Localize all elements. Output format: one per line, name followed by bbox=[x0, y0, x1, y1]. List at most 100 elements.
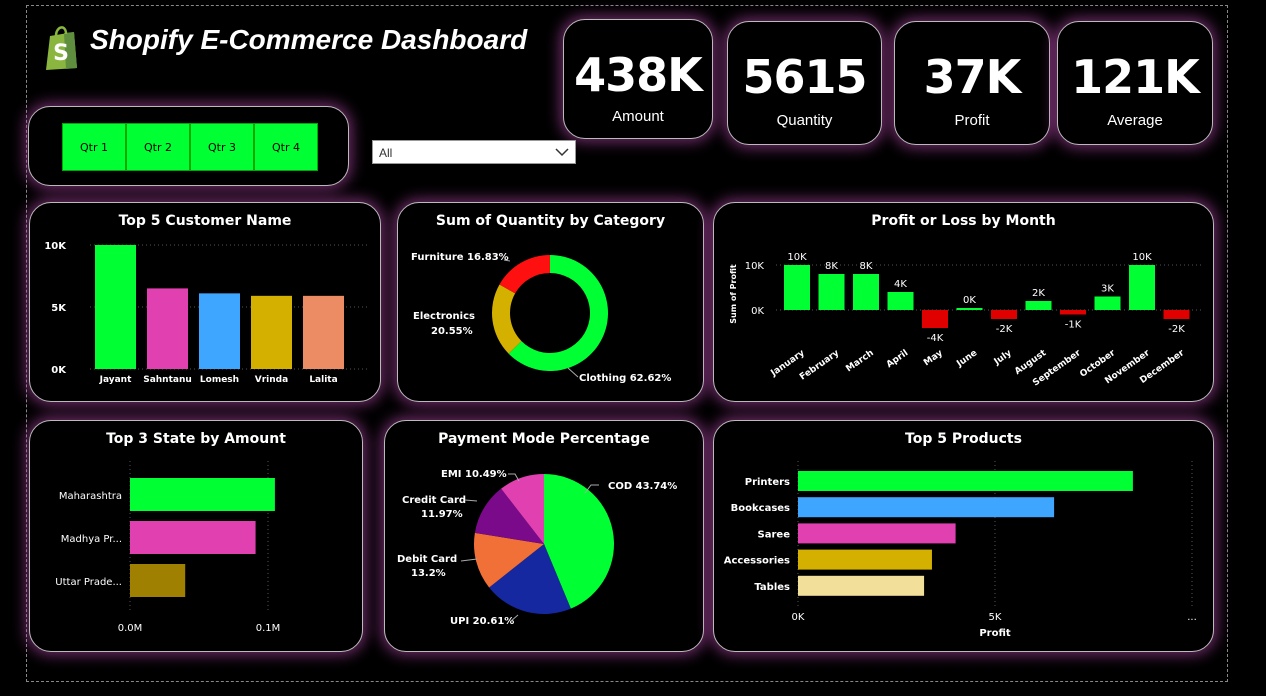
slice-label: 11.97% bbox=[421, 509, 463, 520]
bar bbox=[818, 274, 845, 310]
x-tick-label: Vrinda bbox=[255, 375, 288, 385]
top-products-chart: Printers Bookcases Saree Accessories Tables 0… bbox=[724, 461, 1197, 639]
x-tick-label: July bbox=[992, 348, 1014, 368]
bar bbox=[1060, 310, 1086, 315]
data-label: -2K bbox=[1168, 324, 1185, 335]
kpi-value: 438K bbox=[574, 48, 703, 102]
slice-label: UPI 20.61% bbox=[450, 616, 514, 627]
kpi-value: 5615 bbox=[742, 50, 867, 104]
leader-line bbox=[464, 499, 478, 502]
bar bbox=[251, 295, 292, 369]
bar bbox=[798, 497, 1055, 518]
chart-card-quantity-category: Sum of Quantity by Category Clothing 62.… bbox=[397, 202, 704, 402]
qtr1-button[interactable]: Qtr 1 bbox=[62, 123, 126, 171]
y-tick-label: 0K bbox=[51, 365, 67, 376]
bar bbox=[887, 292, 914, 310]
x-tick-label: 0K bbox=[792, 612, 805, 623]
x-tick-label: May bbox=[922, 348, 945, 368]
bar bbox=[1094, 296, 1121, 310]
svg-text:S: S bbox=[53, 41, 69, 66]
y-tick-label: Saree bbox=[758, 529, 791, 540]
x-tick-label: February bbox=[798, 348, 841, 382]
slice-label: Clothing 62.62% bbox=[579, 373, 671, 384]
slice-label: Credit Card bbox=[402, 495, 466, 506]
x-tick-label: Lomesh bbox=[200, 375, 239, 385]
chart-card-top-states: Top 3 State by Amount Maharashtra Madhya … bbox=[29, 420, 363, 652]
top-states-chart: Maharashtra Madhya Pr... Uttar Prade... 0.0… bbox=[55, 461, 281, 634]
shopify-bag-icon: S bbox=[46, 26, 77, 70]
x-tick-label: 0.0M bbox=[118, 623, 143, 634]
y-tick-label: Maharashtra bbox=[59, 491, 122, 502]
quarter-slicer: Qtr 1 Qtr 2 Qtr 3 Qtr 4 bbox=[28, 106, 349, 186]
dropdown-value: All bbox=[379, 146, 393, 160]
x-tick-label: Lalita bbox=[309, 375, 337, 385]
x-tick-label: ... bbox=[1187, 612, 1197, 623]
y-tick-label: 5K bbox=[51, 303, 67, 314]
x-tick-label: April bbox=[885, 348, 910, 370]
leader-line bbox=[567, 367, 579, 378]
y-tick-label: Accessories bbox=[724, 556, 790, 567]
y-tick-label: Madhya Pr... bbox=[61, 534, 122, 545]
y-tick-label: Uttar Prade... bbox=[55, 577, 122, 588]
bar bbox=[199, 293, 240, 369]
kpi-label: Quantity bbox=[776, 112, 833, 129]
y-tick-label: 0K bbox=[751, 306, 764, 317]
qtr2-button[interactable]: Qtr 2 bbox=[126, 123, 190, 171]
qtr4-button[interactable]: Qtr 4 bbox=[254, 123, 318, 171]
qtr3-button[interactable]: Qtr 3 bbox=[190, 123, 254, 171]
quantity-category-chart: Clothing 62.62% Electronics 20.55% Furnitur… bbox=[411, 252, 671, 384]
filter-dropdown[interactable]: All bbox=[372, 140, 576, 164]
x-tick-label: 0.1M bbox=[256, 623, 281, 634]
bar bbox=[798, 549, 932, 570]
y-tick-label: Tables bbox=[754, 582, 790, 593]
bar bbox=[303, 295, 344, 369]
slice-label: Furniture 16.83% bbox=[411, 252, 509, 263]
bar bbox=[922, 310, 948, 328]
chevron-down-icon bbox=[555, 148, 569, 157]
donut-slice bbox=[492, 284, 522, 354]
chart-card-profit-month: Profit or Loss by Month 0K 10K Sum of Prof… bbox=[713, 202, 1214, 402]
bar bbox=[1025, 301, 1052, 310]
bar bbox=[991, 310, 1017, 319]
slice-label: 20.55% bbox=[431, 326, 473, 337]
bar bbox=[1129, 265, 1155, 310]
profit-month-chart: 0K10KSum of Profit10KJanuary8KFebruary8K… bbox=[729, 252, 1204, 388]
data-label: -1K bbox=[1065, 320, 1082, 331]
bar bbox=[147, 288, 188, 369]
kpi-card-profit: 37K Profit bbox=[894, 21, 1050, 145]
bar bbox=[798, 575, 925, 596]
x-tick-label: 5K bbox=[989, 612, 1002, 623]
data-label: 4K bbox=[894, 279, 907, 290]
bar bbox=[798, 523, 956, 544]
chart-card-top-customers: Top 5 Customer Name 0K 5K 10K Jayant Sahntan… bbox=[29, 202, 381, 402]
slice-label: EMI 10.49% bbox=[441, 469, 507, 480]
data-label: 3K bbox=[1101, 284, 1114, 295]
slice-label: Electronics bbox=[413, 311, 475, 322]
kpi-card-quantity: 5615 Quantity bbox=[727, 21, 882, 145]
y-tick-label: Printers bbox=[745, 477, 790, 488]
x-axis-label: Profit bbox=[979, 628, 1011, 639]
x-tick-label: March bbox=[844, 348, 875, 374]
dashboard-title: Shopify E-Commerce Dashboard bbox=[90, 24, 528, 55]
kpi-value: 121K bbox=[1071, 50, 1200, 104]
kpi-value: 37K bbox=[923, 50, 1022, 104]
data-label: 10K bbox=[1132, 252, 1152, 263]
data-label: 2K bbox=[1032, 288, 1045, 299]
x-tick-label: Jayant bbox=[99, 375, 132, 385]
bar bbox=[798, 471, 1133, 491]
chart-card-top-products: Top 5 Products Printers Bookcases Saree Acc… bbox=[713, 420, 1214, 652]
kpi-label: Amount bbox=[612, 108, 664, 125]
data-label: -4K bbox=[927, 333, 944, 344]
x-tick-label: Sahntanu bbox=[143, 375, 192, 385]
bar bbox=[956, 308, 983, 310]
data-label: 10K bbox=[787, 252, 807, 263]
kpi-card-average: 121K Average bbox=[1057, 21, 1213, 145]
top-customers-chart: 0K 5K 10K Jayant Sahntanu Lomesh Vrinda Lalita bbox=[44, 241, 370, 385]
payment-mode-chart: COD 43.74% UPI 20.61% Debit Card 13.2% Credi… bbox=[397, 469, 677, 627]
data-label: 0K bbox=[963, 295, 976, 306]
slice-label: COD 43.74% bbox=[608, 481, 677, 492]
data-label: -2K bbox=[996, 324, 1013, 335]
bar bbox=[130, 564, 186, 597]
y-tick-label: 10K bbox=[745, 261, 765, 272]
y-tick-label: 10K bbox=[44, 241, 67, 252]
